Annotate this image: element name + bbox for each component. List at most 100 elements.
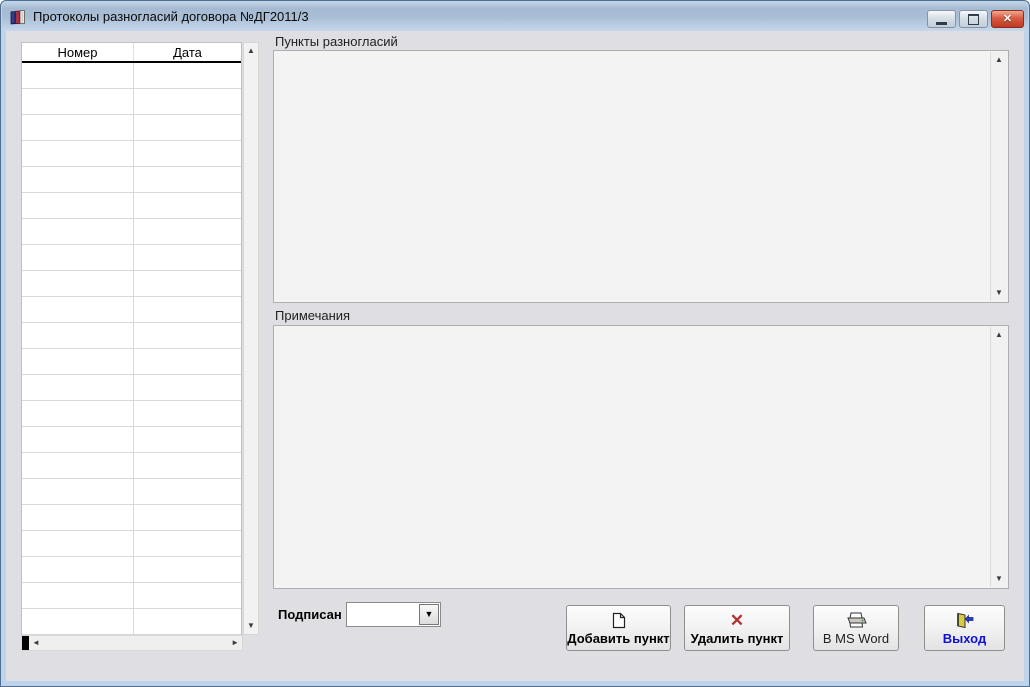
scroll-up-icon[interactable]: ▲ bbox=[247, 47, 255, 55]
maximize-button[interactable] bbox=[959, 10, 988, 28]
cell-number bbox=[22, 115, 134, 140]
cell-number bbox=[22, 375, 134, 400]
cell-number bbox=[22, 401, 134, 426]
export-word-button[interactable]: В MS Word bbox=[813, 605, 899, 651]
table-row[interactable] bbox=[22, 427, 241, 453]
scrollbar-thumb[interactable] bbox=[22, 636, 29, 650]
table-row[interactable] bbox=[22, 375, 241, 401]
cell-date bbox=[134, 505, 241, 530]
cell-date bbox=[134, 323, 241, 348]
cell-date bbox=[134, 401, 241, 426]
cell-date bbox=[134, 427, 241, 452]
cell-number bbox=[22, 557, 134, 582]
dropdown-button[interactable]: ▼ bbox=[419, 604, 439, 625]
scroll-right-icon[interactable]: ► bbox=[231, 639, 239, 647]
grid-header-row: Номер Дата bbox=[22, 43, 241, 63]
table-row[interactable] bbox=[22, 193, 241, 219]
cell-number bbox=[22, 609, 134, 634]
table-row[interactable] bbox=[22, 609, 241, 635]
cell-number bbox=[22, 271, 134, 296]
cell-date bbox=[134, 271, 241, 296]
scroll-down-icon[interactable]: ▼ bbox=[995, 289, 1003, 297]
cell-number bbox=[22, 63, 134, 88]
points-memo-text[interactable] bbox=[278, 53, 988, 300]
cell-date bbox=[134, 193, 241, 218]
cell-date bbox=[134, 167, 241, 192]
grid-rows bbox=[22, 63, 241, 635]
table-row[interactable] bbox=[22, 349, 241, 375]
table-row[interactable] bbox=[22, 323, 241, 349]
table-row[interactable] bbox=[22, 89, 241, 115]
table-row[interactable] bbox=[22, 557, 241, 583]
table-row[interactable] bbox=[22, 115, 241, 141]
scroll-up-icon[interactable]: ▲ bbox=[995, 56, 1003, 64]
notes-memo[interactable]: ▲ ▼ bbox=[273, 325, 1009, 589]
table-row[interactable] bbox=[22, 531, 241, 557]
table-row[interactable] bbox=[22, 271, 241, 297]
printer-icon bbox=[845, 611, 867, 630]
signed-input[interactable] bbox=[347, 603, 418, 626]
notes-memo-scrollbar[interactable]: ▲ ▼ bbox=[990, 327, 1007, 587]
cell-number bbox=[22, 89, 134, 114]
table-row[interactable] bbox=[22, 505, 241, 531]
window-title: Протоколы разногласий договора №ДГ2011/3 bbox=[33, 9, 309, 24]
cell-number bbox=[22, 583, 134, 608]
grid-vertical-scrollbar[interactable]: ▲ ▼ bbox=[243, 42, 259, 635]
cell-number bbox=[22, 245, 134, 270]
cell-date bbox=[134, 349, 241, 374]
cell-number bbox=[22, 219, 134, 244]
table-row[interactable] bbox=[22, 245, 241, 271]
points-memo[interactable]: ▲ ▼ bbox=[273, 50, 1009, 303]
cell-date bbox=[134, 531, 241, 556]
new-document-icon bbox=[612, 611, 626, 630]
grid-horizontal-scrollbar[interactable]: ◄ ► bbox=[21, 635, 243, 651]
cell-number bbox=[22, 349, 134, 374]
table-row[interactable] bbox=[22, 141, 241, 167]
table-row[interactable] bbox=[22, 219, 241, 245]
exit-button[interactable]: Выход bbox=[924, 605, 1005, 651]
close-icon: ✕ bbox=[1002, 12, 1013, 25]
button-label: Выход bbox=[942, 630, 987, 646]
signed-combobox[interactable]: ▼ bbox=[346, 602, 441, 627]
cell-date bbox=[134, 297, 241, 322]
table-row[interactable] bbox=[22, 297, 241, 323]
points-memo-scrollbar[interactable]: ▲ ▼ bbox=[990, 52, 1007, 301]
button-label: Удалить пункт bbox=[690, 630, 784, 646]
app-window: Протоколы разногласий договора №ДГ2011/3… bbox=[0, 0, 1030, 687]
window-controls: ✕ bbox=[927, 10, 1024, 28]
cell-date bbox=[134, 583, 241, 608]
scroll-up-icon[interactable]: ▲ bbox=[995, 331, 1003, 339]
signed-label: Подписан bbox=[278, 607, 342, 622]
scroll-down-icon[interactable]: ▼ bbox=[247, 622, 255, 630]
minimize-button[interactable] bbox=[927, 10, 956, 28]
cell-date bbox=[134, 219, 241, 244]
table-row[interactable] bbox=[22, 167, 241, 193]
cell-date bbox=[134, 557, 241, 582]
chevron-down-icon: ▼ bbox=[424, 609, 434, 619]
cell-number bbox=[22, 479, 134, 504]
titlebar[interactable]: Протоколы разногласий договора №ДГ2011/3… bbox=[2, 2, 1028, 31]
add-item-button[interactable]: Добавить пункт bbox=[566, 605, 671, 651]
delete-item-button[interactable]: ✕ Удалить пункт bbox=[684, 605, 790, 651]
cell-date bbox=[134, 89, 241, 114]
table-row[interactable] bbox=[22, 583, 241, 609]
scroll-left-icon[interactable]: ◄ bbox=[32, 639, 40, 647]
close-button[interactable]: ✕ bbox=[991, 10, 1024, 28]
books-icon bbox=[10, 9, 25, 24]
cell-date bbox=[134, 453, 241, 478]
cell-date bbox=[134, 609, 241, 634]
cell-date bbox=[134, 375, 241, 400]
table-row[interactable] bbox=[22, 453, 241, 479]
cell-date bbox=[134, 115, 241, 140]
cell-date bbox=[134, 245, 241, 270]
cell-date bbox=[134, 479, 241, 504]
table-row[interactable] bbox=[22, 401, 241, 427]
notes-section-label: Примечания bbox=[275, 308, 351, 323]
table-row[interactable] bbox=[22, 63, 241, 89]
cell-number bbox=[22, 297, 134, 322]
delete-cross-icon: ✕ bbox=[729, 610, 745, 630]
cell-number bbox=[22, 505, 134, 530]
table-row[interactable] bbox=[22, 479, 241, 505]
scroll-down-icon[interactable]: ▼ bbox=[995, 575, 1003, 583]
notes-memo-text[interactable] bbox=[278, 328, 988, 586]
